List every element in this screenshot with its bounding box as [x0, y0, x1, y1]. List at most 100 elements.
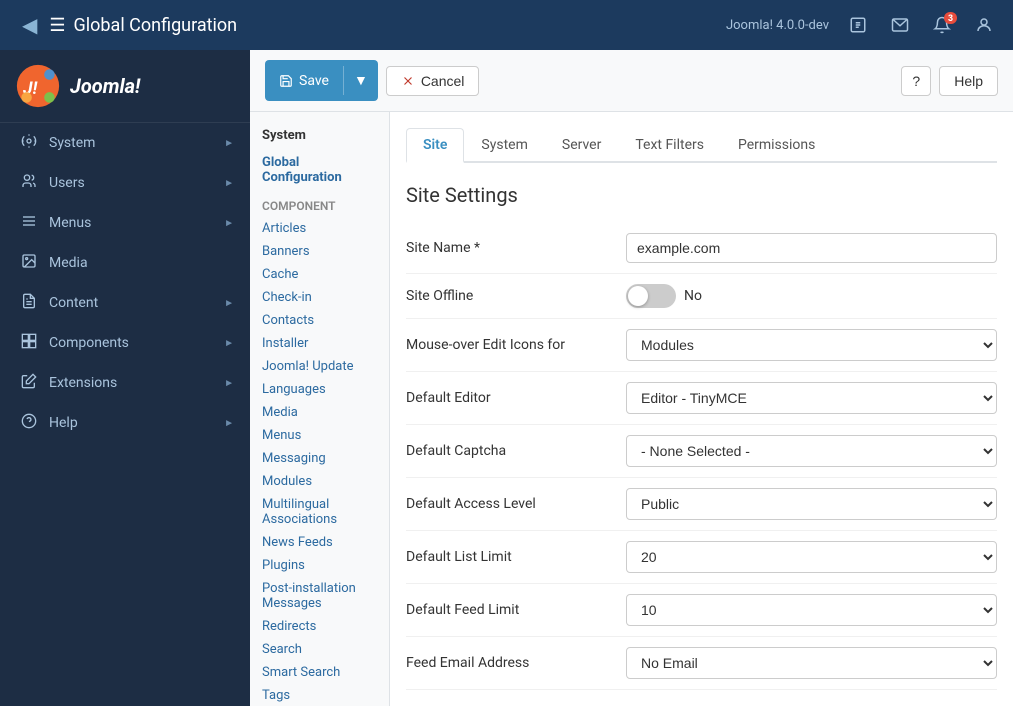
sub-nav-cache[interactable]: Cache — [250, 263, 389, 286]
site-offline-toggle-wrap: No — [626, 284, 997, 308]
feed-email-select[interactable]: No Email Author Email Site Email — [626, 647, 997, 679]
media-icon — [19, 253, 39, 273]
tab-system[interactable]: System — [464, 128, 544, 163]
bell-button[interactable]: 3 — [923, 10, 961, 40]
sidebar: J! Joomla! System ► Users ► — [0, 50, 250, 706]
sidebar-item-users[interactable]: Users ► — [0, 163, 250, 203]
save-button-group[interactable]: Save ▼ — [265, 60, 378, 101]
default-access-select[interactable]: Public Registered Special — [626, 488, 997, 520]
main-panel: Site System Server Text Filters Permissi… — [390, 112, 1013, 706]
sub-nav-contacts[interactable]: Contacts — [250, 309, 389, 332]
sidebar-item-system[interactable]: System ► — [0, 123, 250, 163]
sub-nav-languages[interactable]: Languages — [250, 378, 389, 401]
sidebar-item-label: Menus — [49, 215, 214, 231]
site-offline-control: No — [626, 284, 997, 308]
sub-nav-smart-search[interactable]: Smart Search — [250, 661, 389, 684]
sidebar-item-extensions[interactable]: Extensions ► — [0, 363, 250, 403]
save-icon — [279, 74, 293, 88]
sidebar-item-label: Content — [49, 295, 214, 311]
sidebar-item-menus[interactable]: Menus ► — [0, 203, 250, 243]
chevron-right-icon: ► — [224, 338, 234, 349]
sidebar-logo: J! Joomla! — [0, 50, 250, 123]
default-access-control: Public Registered Special — [626, 488, 997, 520]
chevron-right-icon: ► — [224, 378, 234, 389]
notification-badge: 3 — [944, 12, 957, 24]
sub-nav-joomla-update[interactable]: Joomla! Update — [250, 355, 389, 378]
sub-nav-articles[interactable]: Articles — [250, 217, 389, 240]
save-main-button[interactable]: Save — [265, 67, 343, 95]
save-dropdown-button[interactable]: ▼ — [343, 66, 378, 95]
tab-text-filters[interactable]: Text Filters — [618, 128, 721, 163]
mouseover-control: Modules All None — [626, 329, 997, 361]
question-label: ? — [912, 73, 920, 89]
form-row-feed-email: Feed Email Address No Email Author Email… — [406, 637, 997, 690]
form-row-mouseover: Mouse-over Edit Icons for Modules All No… — [406, 319, 997, 372]
question-button[interactable]: ? — [901, 66, 931, 96]
feed-limit-label: Default Feed Limit — [406, 602, 626, 618]
help-button[interactable]: Help — [939, 66, 998, 96]
default-editor-select[interactable]: Editor - TinyMCE Editor - CodeMirror No … — [626, 382, 997, 414]
feed-limit-select[interactable]: 5 10 15 20 25 — [626, 594, 997, 626]
default-captcha-control: - None Selected - ReCaptcha — [626, 435, 997, 467]
chevron-right-icon: ► — [224, 418, 234, 429]
default-editor-control: Editor - TinyMCE Editor - CodeMirror No … — [626, 382, 997, 414]
edit-icon — [849, 16, 867, 34]
sidebar-item-label: Help — [49, 415, 214, 431]
feed-email-control: No Email Author Email Site Email — [626, 647, 997, 679]
mouseover-select[interactable]: Modules All None — [626, 329, 997, 361]
chevron-right-icon: ► — [224, 138, 234, 149]
site-offline-toggle[interactable] — [626, 284, 676, 308]
sub-nav-redirects[interactable]: Redirects — [250, 615, 389, 638]
sub-nav-checkin[interactable]: Check-in — [250, 286, 389, 309]
sidebar-item-label: Users — [49, 175, 214, 191]
sub-nav-postinstall[interactable]: Post-installation Messages — [250, 577, 389, 615]
sub-nav-menus[interactable]: Menus — [250, 424, 389, 447]
site-name-input[interactable] — [626, 233, 997, 263]
form-row-site-name: Site Name * — [406, 223, 997, 274]
sub-nav-system-label: System — [250, 122, 389, 149]
content-icon — [19, 293, 39, 313]
tab-server[interactable]: Server — [545, 128, 618, 163]
sub-nav-messaging[interactable]: Messaging — [250, 447, 389, 470]
sidebar-item-label: System — [49, 135, 214, 151]
sub-nav-search[interactable]: Search — [250, 638, 389, 661]
feed-limit-control: 5 10 15 20 25 — [626, 594, 997, 626]
edit-icon-button[interactable] — [839, 10, 877, 40]
default-editor-label: Default Editor — [406, 390, 626, 406]
page-title: Global Configuration — [74, 15, 238, 36]
default-captcha-select[interactable]: - None Selected - ReCaptcha — [626, 435, 997, 467]
save-label: Save — [299, 73, 329, 89]
sub-nav-tags[interactable]: Tags — [250, 684, 389, 706]
toolbar: Save ▼ Cancel ? Help — [250, 50, 1013, 112]
form-row-default-captcha: Default Captcha - None Selected - ReCapt… — [406, 425, 997, 478]
user-icon — [975, 16, 993, 34]
form-row-default-editor: Default Editor Editor - TinyMCE Editor -… — [406, 372, 997, 425]
sub-nav-plugins[interactable]: Plugins — [250, 554, 389, 577]
mail-button[interactable] — [881, 10, 919, 40]
tab-site[interactable]: Site — [406, 128, 464, 163]
feed-email-label: Feed Email Address — [406, 655, 626, 671]
cancel-button[interactable]: Cancel — [386, 66, 480, 96]
list-limit-select[interactable]: 5 10 15 20 25 30 50 100 — [626, 541, 997, 573]
default-access-label: Default Access Level — [406, 496, 626, 512]
sidebar-item-content[interactable]: Content ► — [0, 283, 250, 323]
back-button[interactable]: ◀ — [10, 13, 49, 37]
content-area: Save ▼ Cancel ? Help System Global Confi… — [250, 50, 1013, 706]
sub-nav-banners[interactable]: Banners — [250, 240, 389, 263]
sub-nav-installer[interactable]: Installer — [250, 332, 389, 355]
sidebar-item-components[interactable]: Components ► — [0, 323, 250, 363]
components-icon — [19, 333, 39, 353]
sub-nav-media[interactable]: Media — [250, 401, 389, 424]
joomla-logo-icon: J! — [16, 64, 60, 108]
sub-nav-multilingual[interactable]: Multilingual Associations — [250, 493, 389, 531]
inner-layout: System Global Configuration Component Ar… — [250, 112, 1013, 706]
tab-permissions[interactable]: Permissions — [721, 128, 832, 163]
sidebar-item-help[interactable]: Help ► — [0, 403, 250, 443]
site-offline-toggle-label: No — [684, 288, 702, 304]
sub-nav-modules[interactable]: Modules — [250, 470, 389, 493]
sidebar-item-media[interactable]: Media — [0, 243, 250, 283]
sub-nav-newsfeeds[interactable]: News Feeds — [250, 531, 389, 554]
help-icon — [19, 413, 39, 433]
user-button[interactable] — [965, 10, 1003, 40]
topbar-actions: 3 — [839, 10, 1003, 40]
